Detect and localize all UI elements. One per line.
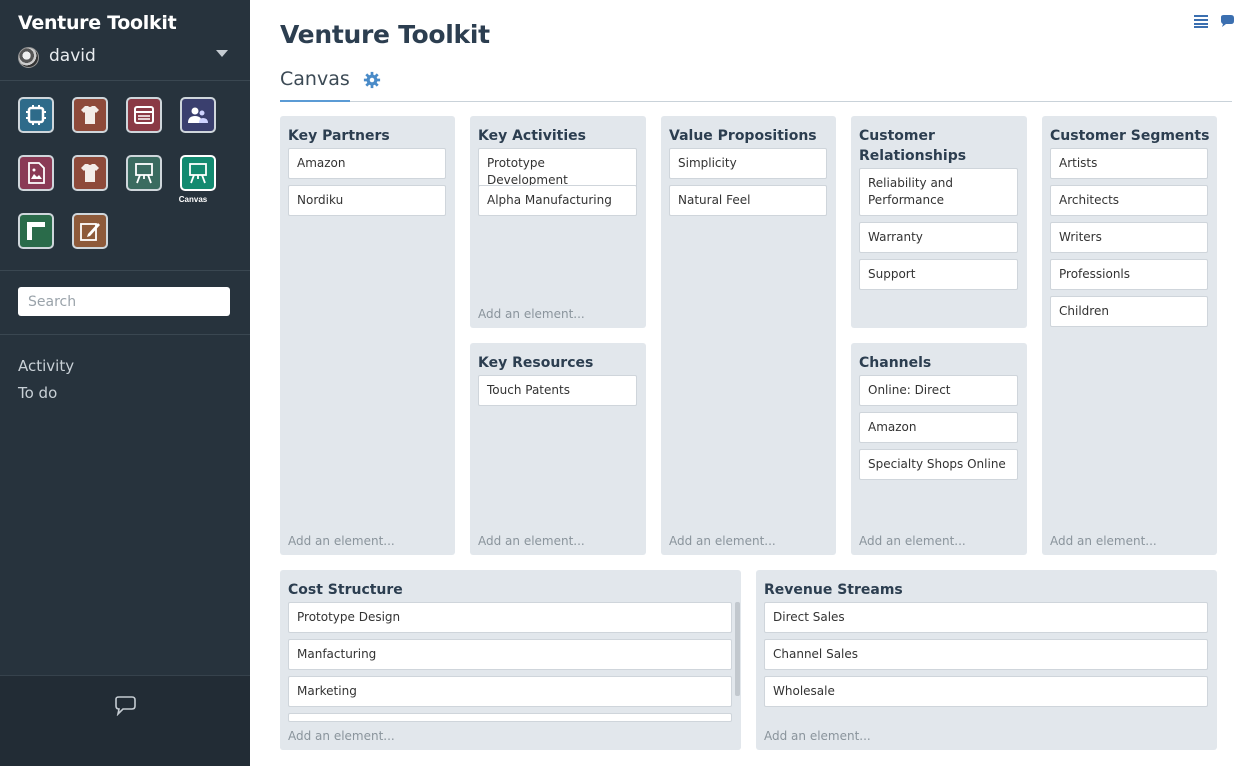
list-item[interactable]: Professionls [1050,259,1208,290]
fit-app-icon[interactable] [72,97,108,133]
user-menu[interactable]: david [18,45,230,69]
key-resources-panel: Key Resources Touch Patents Add an eleme… [470,343,646,555]
list-item[interactable]: Amazon [288,148,446,179]
sidebar: Venture Toolkit david Canvas Activity To… [0,0,250,766]
divider [0,270,250,271]
tshirt-icon [81,164,99,182]
layout-app-icon[interactable] [126,97,162,133]
add-element-link[interactable]: Add an element... [859,534,966,548]
list-item-line: Reliability and [868,176,954,190]
username: david [49,46,96,66]
panel-title: Cost Structure [288,582,403,598]
list-item[interactable]: Artists [1050,148,1208,179]
customer-relationships-panel: Customer Relationships Reliability and P… [851,116,1027,328]
customer-segments-panel: Customer Segments Artists Architects Wri… [1042,116,1217,555]
easel-icon [189,163,207,184]
list-item[interactable]: Alpha Manufacturing [478,185,637,216]
add-element-link[interactable]: Add an element... [669,534,776,548]
add-element-link[interactable]: Add an element... [1050,534,1157,548]
add-element-link[interactable]: Add an element... [764,729,871,743]
divider [0,334,250,335]
window-icon [134,106,154,124]
page-title: Venture Toolkit [280,20,490,49]
top-toolbar [1193,13,1235,29]
panel-title: Key Resources [478,355,594,371]
panel-title: Channels [859,355,932,371]
list-item[interactable]: Architects [1050,185,1208,216]
image-file-icon [28,162,45,184]
image-doc-app-icon[interactable] [18,155,54,191]
list-item[interactable]: Online: Direct [859,375,1018,406]
chat-bubble-icon[interactable] [113,696,137,716]
tab-canvas[interactable]: Canvas [280,66,350,102]
main-content: Venture Toolkit Canvas Key Partners Amaz… [250,0,1245,766]
list-item[interactable]: Specialty Shops Online [859,449,1018,480]
app-title: Venture Toolkit [18,12,177,34]
list-item[interactable]: Touch Patents [478,375,637,406]
list-item[interactable]: Support [859,259,1018,290]
canvas-app-icon[interactable] [180,155,216,191]
add-element-link[interactable]: Add an element... [478,534,585,548]
edit-app-icon[interactable] [72,213,108,249]
panel-title: Key Activities [478,128,586,144]
gear-icon[interactable] [363,71,381,89]
tshirt-icon [81,106,99,124]
add-element-link[interactable]: Add an element... [478,307,585,321]
people-app-icon[interactable] [180,97,216,133]
corner-icon [27,222,45,240]
chevron-down-icon[interactable] [216,50,228,57]
settings-app-icon[interactable] [18,97,54,133]
list-item[interactable]: Prototype Design [288,602,732,633]
add-element-link[interactable]: Add an element... [288,729,395,743]
divider [0,80,250,81]
search-input[interactable] [18,287,230,316]
panel-title-line: Relationships [859,148,967,164]
panel-title: Revenue Streams [764,582,903,598]
panel-title-line: Customer [859,128,935,144]
edit-icon [80,223,100,241]
cost-structure-panel: Cost Structure Prototype Design Manfactu… [280,570,741,750]
corner-app-icon[interactable] [18,213,54,249]
panel-title: Value Propositions [669,128,817,144]
list-item[interactable]: Channel Sales [764,639,1208,670]
list-item-line: Performance [868,193,945,207]
fit-app-icon-2[interactable] [72,155,108,191]
sidebar-footer [0,675,250,766]
list-item-partial[interactable] [288,713,732,722]
add-element-link[interactable]: Add an element... [288,534,395,548]
scrollbar[interactable] [735,602,740,696]
nav-activity[interactable]: Activity [18,357,74,375]
list-item[interactable]: Natural Feel [669,185,827,216]
list-item[interactable]: Writers [1050,222,1208,253]
list-item[interactable]: Nordiku [288,185,446,216]
channels-panel: Channels Online: Direct Amazon Specialty… [851,343,1027,555]
revenue-streams-panel: Revenue Streams Direct Sales Channel Sal… [756,570,1217,750]
panel-title: Key Partners [288,128,390,144]
chip-icon [26,105,46,125]
list-item[interactable]: Wholesale [764,676,1208,707]
tab-bar: Canvas [280,66,1232,102]
value-propositions-panel: Value Propositions Simplicity Natural Fe… [661,116,836,555]
comment-icon[interactable] [1219,13,1235,29]
panel-title: Customer Segments [1050,128,1210,144]
panel-title: Customer Relationships [859,126,966,166]
list-item[interactable]: Children [1050,296,1208,327]
nav-todo[interactable]: To do [18,384,57,402]
people-icon [188,107,208,123]
list-item[interactable]: Amazon [859,412,1018,443]
active-app-caption: Canvas [178,195,208,204]
easel-app-icon[interactable] [126,155,162,191]
key-activities-panel: Key Activities Prototype Development Alp… [470,116,646,328]
list-item[interactable]: Reliability and Performance [859,168,1018,216]
list-item[interactable]: Manfacturing [288,639,732,670]
list-item[interactable]: Direct Sales [764,602,1208,633]
list-item[interactable]: Warranty [859,222,1018,253]
avatar [18,47,39,68]
list-item[interactable]: Marketing [288,676,732,707]
key-partners-panel: Key Partners Amazon Nordiku Add an eleme… [280,116,455,555]
easel-icon [135,163,153,184]
list-icon[interactable] [1193,13,1209,29]
list-item[interactable]: Simplicity [669,148,827,179]
